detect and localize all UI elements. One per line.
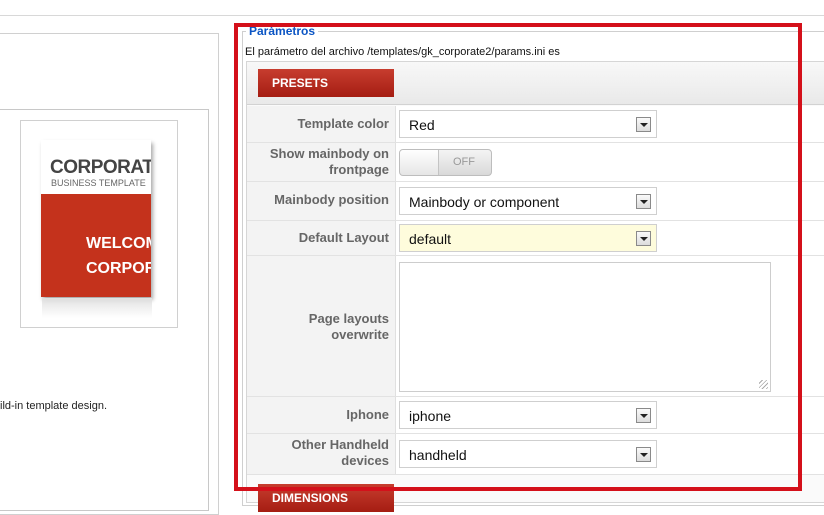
label-cell: Page layouts overwrite [247, 256, 396, 396]
toggle-off-text: OFF [453, 156, 475, 168]
thumbnail-welcome-line1: WELCOM [86, 235, 151, 252]
default-layout-value: default [409, 231, 452, 247]
handheld-select[interactable]: handheld [399, 440, 657, 468]
iphone-label: Iphone [346, 407, 389, 422]
handheld-value: handheld [409, 447, 467, 463]
parameters-legend: Parámetros [249, 24, 316, 38]
chevron-down-icon[interactable] [636, 447, 651, 462]
show-mainbody-label-line2: frontpage [329, 162, 389, 177]
row-template-color: Template color Red [247, 106, 824, 143]
mainbody-position-value: Mainbody or component [409, 194, 560, 210]
thumbnail-subtitle: BUSINESS TEMPLATE [51, 178, 146, 188]
chevron-down-icon[interactable] [636, 194, 651, 209]
template-color-label: Template color [297, 116, 389, 131]
label-cell: Template color [247, 106, 396, 142]
iphone-select[interactable]: iphone [399, 401, 657, 429]
handheld-label-line1: Other Handheld [291, 437, 389, 452]
template-description: ild-in template design. [0, 400, 108, 412]
label-cell: Iphone [247, 397, 396, 433]
row-show-mainbody: Show mainbody on frontpage OFF [247, 143, 824, 182]
page-layouts-label-line1: Page layouts [308, 311, 389, 326]
template-color-select[interactable]: Red [399, 110, 657, 138]
row-default-layout: Default Layout default [247, 221, 824, 256]
default-layout-select[interactable]: default [399, 224, 657, 252]
tab-dimensions[interactable]: DIMENSIONS [258, 484, 394, 512]
params-file-note: El parámetro del archivo /templates/gk_c… [245, 46, 560, 58]
label-cell: Show mainbody on frontpage [247, 143, 396, 181]
row-handheld: Other Handheld devices handheld [247, 434, 824, 475]
label-cell: Mainbody position [247, 182, 396, 220]
handheld-label-line2: devices [341, 453, 389, 468]
top-divider [0, 15, 824, 16]
show-mainbody-label-line1: Show mainbody on [269, 146, 389, 161]
thumbnail-reflection [42, 298, 152, 318]
label-cell: Default Layout [247, 221, 396, 255]
tab-presets[interactable]: PRESETS [258, 69, 394, 97]
row-iphone: Iphone iphone [247, 397, 824, 434]
chevron-down-icon[interactable] [636, 117, 651, 132]
row-mainbody-position: Mainbody position Mainbody or component [247, 182, 824, 221]
mainbody-position-select[interactable]: Mainbody or component [399, 187, 657, 215]
resize-grip-icon[interactable] [759, 380, 768, 389]
page-layouts-textarea[interactable] [399, 262, 771, 392]
template-thumbnail[interactable]: CORPORATE BUSINESS TEMPLATE WELCOM CORPO… [41, 140, 151, 297]
template-color-value: Red [409, 117, 435, 133]
chevron-down-icon[interactable] [636, 231, 651, 246]
toggle-knob[interactable] [400, 150, 439, 175]
row-page-layouts: Page layouts overwrite [247, 256, 824, 397]
thumbnail-title: CORPORATE [50, 157, 151, 178]
label-cell: Other Handheld devices [247, 434, 396, 474]
iphone-value: iphone [409, 408, 452, 424]
mainbody-position-label: Mainbody position [274, 192, 389, 207]
default-layout-label: Default Layout [298, 230, 389, 245]
chevron-down-icon[interactable] [636, 408, 651, 423]
thumbnail-welcome-line2: CORPOR [86, 260, 151, 277]
page-layouts-label-line2: overwrite [331, 327, 389, 342]
show-mainbody-toggle[interactable]: OFF [399, 149, 492, 176]
